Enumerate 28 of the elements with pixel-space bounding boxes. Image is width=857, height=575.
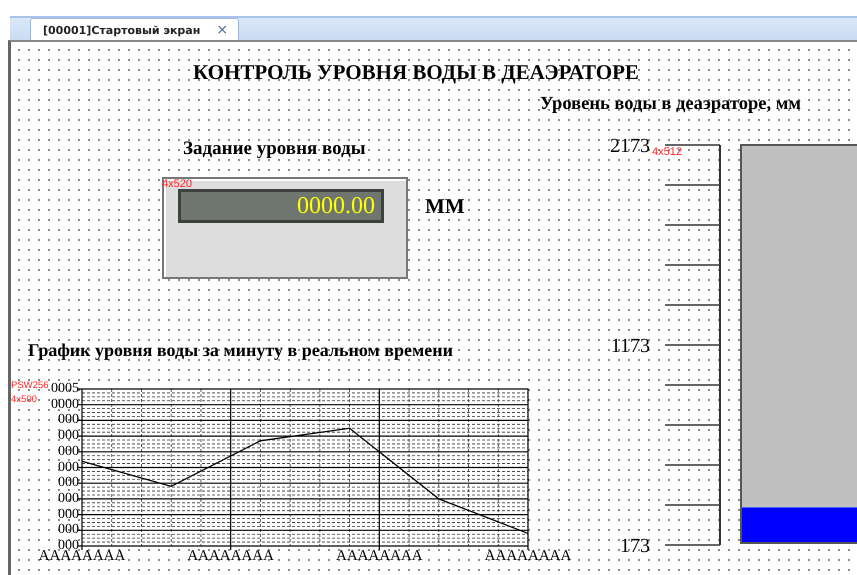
y-axis-label: 000: [57, 490, 79, 507]
y-axis-label: 000: [57, 460, 79, 476]
y-axis-label: 000: [57, 506, 79, 523]
unit-label: ММ: [425, 194, 465, 219]
close-icon[interactable]: ×: [214, 22, 230, 38]
y-axis-label: 000: [57, 428, 79, 444]
y-axis-label: 000: [57, 412, 79, 428]
level-heading: Уровень воды в деаэраторе, мм: [540, 94, 801, 115]
x-axis-label: AAAAAAAA: [186, 548, 275, 564]
setpoint-heading: Задание уровня воды: [183, 138, 366, 160]
address-tag: PSW256: [11, 380, 48, 391]
x-axis-label: AAAAAAAA: [484, 548, 572, 564]
y-axis-label: 000: [57, 522, 79, 538]
y-axis-label: 000: [57, 475, 79, 492]
scale-label: 173: [619, 535, 650, 557]
display-value: 0000.00: [178, 189, 384, 223]
y-axis-label: 0005: [50, 381, 79, 397]
address-tag: 4x500: [11, 394, 37, 405]
trend-heading: График уровня воды за минуту в реальном времени: [28, 340, 453, 361]
screen-tab[interactable]: [00001]Стартовый экран ×: [30, 18, 240, 41]
y-axis-label: 0000: [50, 396, 79, 413]
scale-label: 2173: [609, 135, 650, 157]
y-axis-label: 000: [57, 444, 79, 460]
screen-title: КОНТРОЛЬ УРОВНЯ ВОДЫ В ДЕАЭРАТОРЕ: [193, 60, 639, 85]
x-axis-label: AAAAAAAA: [334, 548, 424, 564]
address-tag: 4x520: [162, 178, 192, 190]
address-tag: 4x512: [652, 146, 682, 158]
scale-label: 1173: [610, 335, 650, 357]
